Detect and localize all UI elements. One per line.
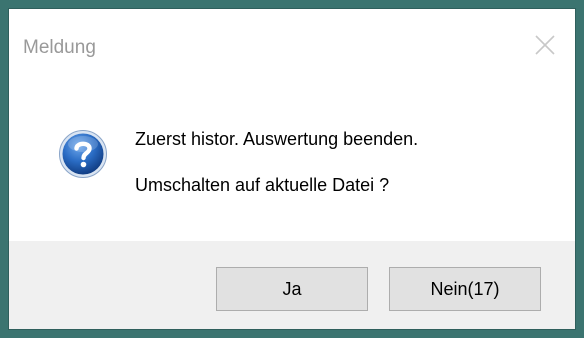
button-bar: Ja Nein(17): [9, 241, 575, 329]
title-bar[interactable]: Meldung: [9, 9, 575, 79]
close-icon[interactable]: [531, 31, 559, 59]
yes-button[interactable]: Ja: [216, 267, 368, 311]
no-button[interactable]: Nein(17): [389, 267, 541, 311]
message-area: Zuerst histor. Auswertung beenden. Umsch…: [9, 79, 575, 241]
message-line-2: Umschalten auf aktuelle Datei ?: [135, 175, 390, 195]
message-dialog: Meldung Zuerst histor. Auswertung beende…: [8, 8, 576, 330]
message-line-1: Zuerst histor. Auswertung beenden.: [135, 129, 419, 149]
question-icon: [58, 129, 108, 179]
dialog-title: Meldung: [23, 37, 96, 58]
